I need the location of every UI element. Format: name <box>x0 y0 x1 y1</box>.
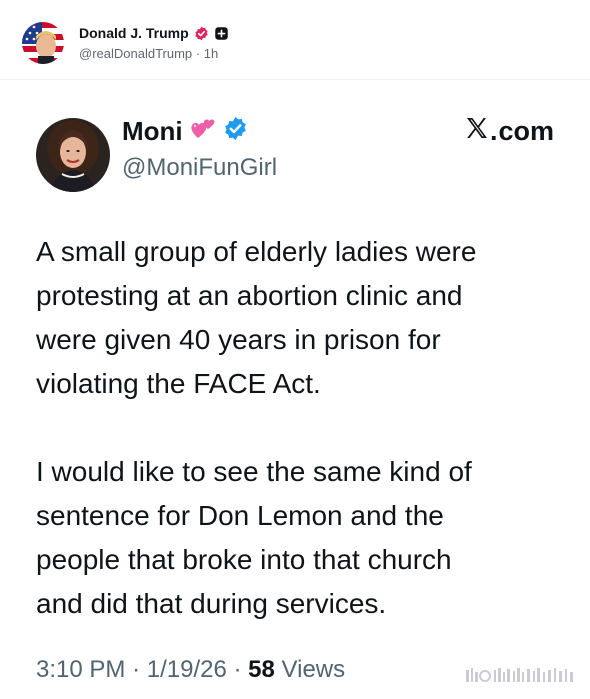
platform-domain: com <box>498 116 554 146</box>
repost-author-name[interactable]: Donald J. Trump <box>79 25 189 41</box>
views-label: Views <box>281 656 346 683</box>
embedded-author-handle: @MoniFunGirl <box>122 154 278 181</box>
x-logo-icon <box>465 116 489 147</box>
tweet-date: 1/19/26 <box>146 656 227 683</box>
tweet-meta: 3:10 PM · 1/19/26 · 58 Views <box>36 656 345 684</box>
embedded-tweet-image[interactable]: Moni @MoniFunGirl . com A small group of … <box>0 80 590 699</box>
tweet-time: 3:10 PM <box>36 656 126 683</box>
plus-square-icon <box>214 26 229 41</box>
meta-separator: · <box>195 46 201 61</box>
watermark <box>466 666 576 686</box>
tweet-paragraph: A small group of elderly ladies were pro… <box>36 236 477 399</box>
embedded-author-name-row: Moni <box>122 114 248 148</box>
meta-separator: · <box>132 656 141 683</box>
views-count: 58 <box>248 656 275 683</box>
tweet-text: A small group of elderly ladies were pro… <box>36 230 556 626</box>
meta-separator: · <box>233 656 242 683</box>
repost-time-ago[interactable]: 1h <box>204 46 218 61</box>
tweet-paragraph: I would like to see the same kind of sen… <box>36 456 472 619</box>
verified-badge-icon <box>223 116 248 146</box>
two-hearts-emoji <box>189 116 217 147</box>
repost-author-handle[interactable]: @realDonaldTrump <box>79 46 192 61</box>
repost-author-meta: @realDonaldTrump · 1h <box>79 46 218 61</box>
verified-badge-icon <box>194 26 209 41</box>
platform-label: . com <box>465 116 554 147</box>
embedded-author-name: Moni <box>122 115 183 146</box>
embedded-author-avatar <box>36 118 110 192</box>
repost-author-name-row: Donald J. Trump <box>79 23 229 43</box>
repost-author-avatar[interactable] <box>22 22 64 64</box>
repost-header: Donald J. Trump @realDonaldTrump · 1h <box>22 20 582 68</box>
